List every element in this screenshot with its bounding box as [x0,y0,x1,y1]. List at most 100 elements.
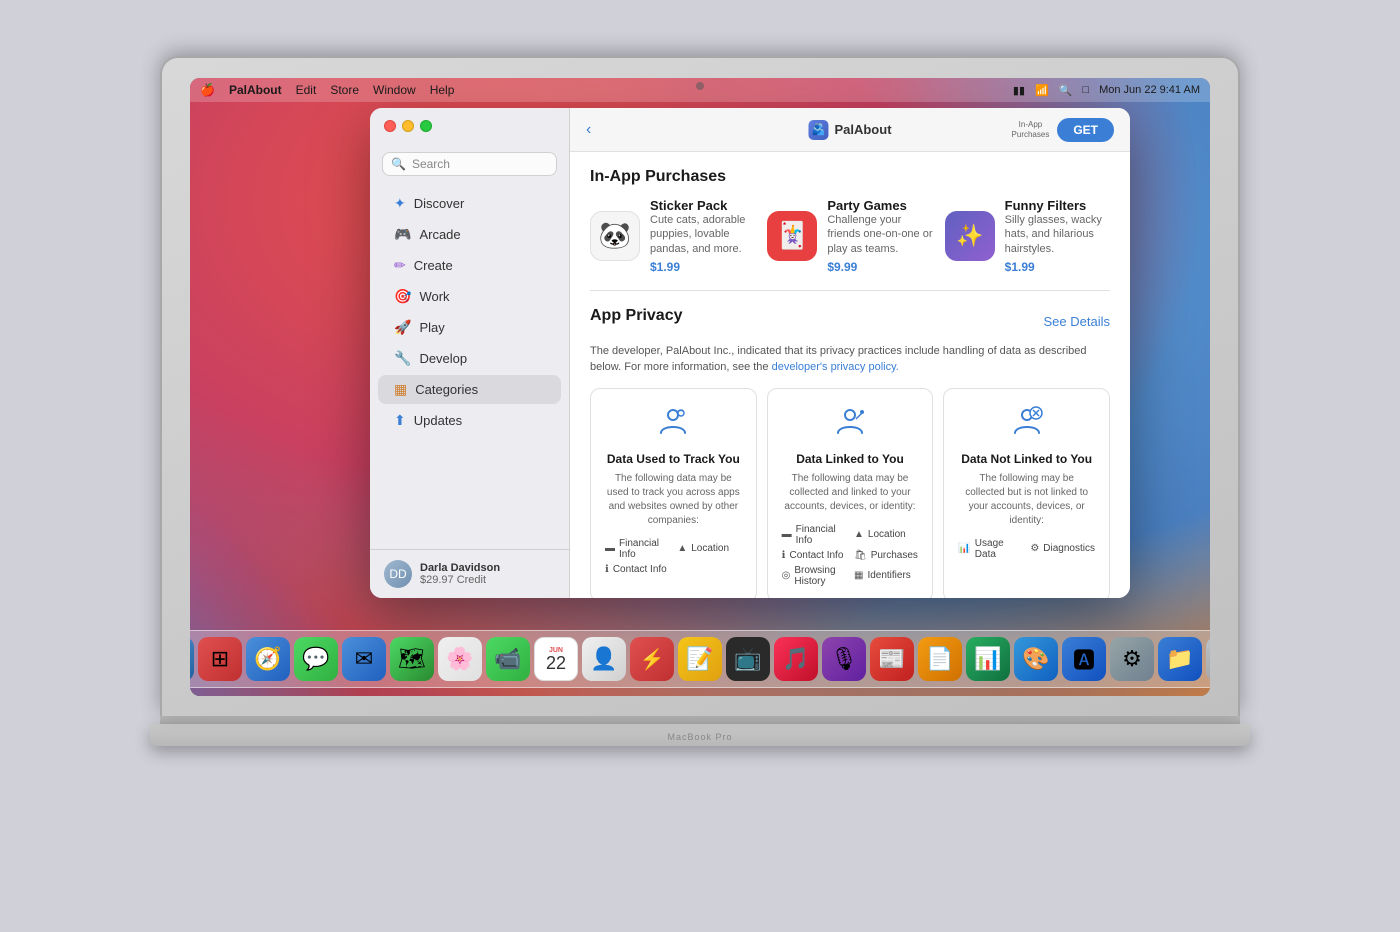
dock-news[interactable]: 📰 [870,637,914,681]
tag-location-track: ▲ Location [677,538,741,560]
menubar-help[interactable]: Help [430,83,455,97]
dock-safari[interactable]: 🧭 [246,637,290,681]
menubar-right: ▮▮ 📶 🔍 □ Mon Jun 22 9:41 AM [1013,84,1200,97]
sidebar-search-container[interactable]: 🔍 Search [382,152,557,176]
iap-desc-sticker: Cute cats, adorable puppies, lovable pan… [650,213,755,256]
back-button[interactable]: ‹ [586,121,591,139]
iap-item-funny[interactable]: ✨ Funny Filters Silly glasses, wacky hat… [945,198,1110,274]
sidebar-item-create[interactable]: ✏ Create [378,251,561,280]
dock-mail[interactable]: ✉ [342,637,386,681]
menubar: 🍎 PalAbout Edit Store Window Help ▮▮ 📶 🔍… [190,78,1210,102]
sidebar-item-discover[interactable]: ✦ Discover [378,189,561,218]
maximize-button[interactable] [420,120,432,132]
dock-launchpad[interactable]: ⊞ [198,637,242,681]
dock-finder[interactable]: 🔵 [190,637,194,681]
track-icon [605,405,742,444]
dock-maps[interactable]: 🗺 [390,637,434,681]
not-linked-desc: The following may be collected but is no… [958,472,1095,528]
sidebar-item-work[interactable]: 🎯 Work [378,282,561,311]
user-credit: $29.97 Credit [420,574,500,586]
iap-item-sticker[interactable]: 🐼 Sticker Pack Cute cats, adorable puppi… [590,198,755,274]
dock-photos[interactable]: 🌸 [438,637,482,681]
sidebar-item-label-create: Create [414,258,453,273]
track-title: Data Used to Track You [605,452,742,466]
siri-icon[interactable]: □ [1082,84,1089,96]
clock-label: Mon Jun 22 9:41 AM [1099,84,1200,96]
sidebar-user[interactable]: DD Darla Davidson $29.97 Credit [370,549,569,598]
privacy-section: App Privacy See Details The developer, P… [570,291,1130,598]
iap-icon-funny: ✨ [945,211,995,261]
screen-bezel: 🍎 PalAbout Edit Store Window Help ▮▮ 📶 🔍… [190,78,1210,696]
not-linked-icon [958,405,1095,444]
iap-item-party[interactable]: 🃏 Party Games Challenge your friends one… [767,198,932,274]
iap-section-title: In-App Purchases [590,168,1110,186]
dock-sysprefs[interactable]: ⚙ [1110,637,1154,681]
contact-icon: ℹ [605,564,609,575]
content-scroll[interactable]: In-App Purchases 🐼 Sticker Pack Cute cat… [570,108,1130,598]
iap-grid: 🐼 Sticker Pack Cute cats, adorable puppi… [590,198,1110,274]
track-tags: ▬ Financial Info ▲ Location [605,538,742,575]
menubar-window[interactable]: Window [373,83,416,97]
financial-icon: ▬ [605,543,615,554]
app-icon-small: 🫂 [808,120,828,140]
dock-music[interactable]: 🎵 [774,637,818,681]
location-linked-icon: ▲ [854,529,864,540]
dock-pages[interactable]: 📄 [918,637,962,681]
iap-info-sticker: Sticker Pack Cute cats, adorable puppies… [650,198,755,274]
sidebar-item-arcade[interactable]: 🎮 Arcade [378,220,561,249]
dock-appstore[interactable]: 🅰 [1062,637,1106,681]
menubar-app-name[interactable]: PalAbout [229,83,282,97]
sidebar-item-label-discover: Discover [414,196,465,211]
dock-podcasts[interactable]: 🎙 [822,637,866,681]
macbook-bottom: MacBook Pro [150,724,1250,746]
sidebar-item-play[interactable]: 🚀 Play [378,313,561,342]
sidebar-item-categories[interactable]: ▦ Categories [378,375,561,404]
contact-linked-label: Contact Info [789,550,843,561]
tag-contact-track: ℹ Contact Info [605,564,669,575]
contact-linked-icon: ℹ [782,550,786,561]
dock-calendar[interactable]: JUN 22 [534,637,578,681]
get-button[interactable]: GET [1057,118,1114,142]
tag-usage-not-linked: 📊 Usage Data [958,538,1022,560]
user-avatar: DD [384,560,412,588]
privacy-description: The developer, PalAbout Inc., indicated … [590,343,1110,376]
dock-notes[interactable]: 📝 [678,637,722,681]
dock-files[interactable]: 📁 [1158,637,1202,681]
browsing-icon: ◎ [782,570,791,581]
sidebar: 🔍 Search ✦ Discover 🎮 Arcade ✏ [370,108,570,598]
sidebar-search-placeholder: Search [412,157,450,171]
not-linked-title: Data Not Linked to You [958,452,1095,466]
menubar-store[interactable]: Store [330,83,359,97]
sidebar-item-develop[interactable]: 🔧 Develop [378,344,561,373]
user-info: Darla Davidson $29.97 Credit [420,562,500,586]
dock-numbers[interactable]: 📊 [966,637,1010,681]
identifiers-label: Identifiers [867,570,910,581]
sidebar-item-label-categories: Categories [415,382,478,397]
iap-info-funny: Funny Filters Silly glasses, wacky hats,… [1005,198,1110,274]
tag-diagnostics-not-linked: ⚙ Diagnostics [1030,538,1095,560]
in-app-purchases-badge: In-AppPurchases [1012,120,1050,139]
search-icon[interactable]: 🔍 [1059,84,1073,97]
dock-messages[interactable]: 💬 [294,637,338,681]
dock-keynote[interactable]: 🎨 [1014,637,1058,681]
privacy-card-linked: Data Linked to You The following data ma… [767,388,934,598]
close-button[interactable] [384,120,396,132]
browsing-label: Browsing History [794,565,846,587]
menubar-edit[interactable]: Edit [296,83,317,97]
dock-facetime[interactable]: 📹 [486,637,530,681]
minimize-button[interactable] [402,120,414,132]
dock-contacts[interactable]: 👤 [582,637,626,681]
iap-icon-party: 🃏 [767,211,817,261]
dock-trash[interactable]: 🗑 [1206,637,1210,681]
see-details-button[interactable]: See Details [1044,314,1110,329]
dock-appletv[interactable]: 📺 [726,637,770,681]
sidebar-item-updates[interactable]: ⬆ Updates [378,406,561,435]
privacy-header: App Privacy See Details [590,307,1110,337]
dock: 🔵 ⊞ 🧭 💬 ✉ 🗺 🌸 📹 JUN 22 👤 ⚡ 📝 📺 [190,630,1210,688]
apple-menu[interactable]: 🍎 [200,83,215,97]
not-linked-tags: 📊 Usage Data ⚙ Diagnostics [958,538,1095,560]
dock-reminders[interactable]: ⚡ [630,637,674,681]
iap-price-sticker: $1.99 [650,260,755,274]
privacy-policy-link[interactable]: developer's privacy policy. [772,361,899,373]
usage-icon: 📊 [958,543,970,554]
